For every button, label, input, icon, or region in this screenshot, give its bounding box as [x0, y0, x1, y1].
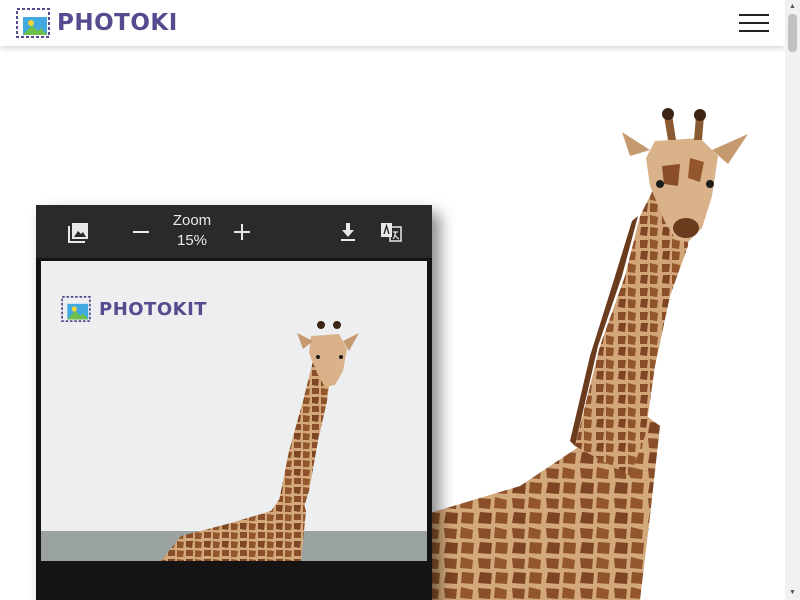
editor-toolbar: Zoom 15% — [36, 205, 432, 258]
brand-name: PHOTOKI — [57, 10, 178, 36]
hero-section: Zoom 15% PHOTOKIT — [0, 46, 785, 600]
hamburger-icon-line — [739, 22, 769, 24]
scroll-up-arrow-icon[interactable]: ▲ — [785, 0, 800, 14]
hamburger-icon — [739, 14, 769, 16]
site-header: PHOTOKI — [0, 0, 785, 46]
zoom-readout: Zoom 15% — [164, 211, 220, 251]
minus-icon[interactable] — [128, 219, 154, 245]
zoom-value: 15% — [176, 232, 208, 249]
zoom-label: Zoom — [172, 212, 212, 229]
menu-button[interactable] — [738, 12, 770, 34]
plus-icon[interactable] — [229, 219, 255, 245]
image-frame-icon — [16, 8, 50, 38]
document-preview: PHOTOKIT — [41, 261, 427, 561]
hamburger-icon-line — [739, 30, 769, 32]
brand-logo-link[interactable]: PHOTOKI — [16, 8, 178, 38]
page-viewport: PHOTOKI Zoom 15% PHOTOKIT — [0, 0, 785, 600]
document-brand: PHOTOKIT — [60, 296, 207, 322]
editor-preview-window: Zoom 15% PHOTOKIT — [36, 205, 432, 600]
gallery-icon[interactable] — [66, 219, 92, 245]
document-brand-name: PHOTOKIT — [99, 298, 208, 320]
image-frame-icon — [60, 296, 92, 322]
scrollbar-thumb[interactable] — [788, 14, 797, 52]
translate-icon[interactable] — [378, 219, 404, 245]
vertical-scrollbar[interactable]: ▲ ▼ — [785, 0, 800, 600]
scroll-down-arrow-icon[interactable]: ▼ — [785, 586, 800, 600]
download-icon[interactable] — [335, 219, 361, 245]
